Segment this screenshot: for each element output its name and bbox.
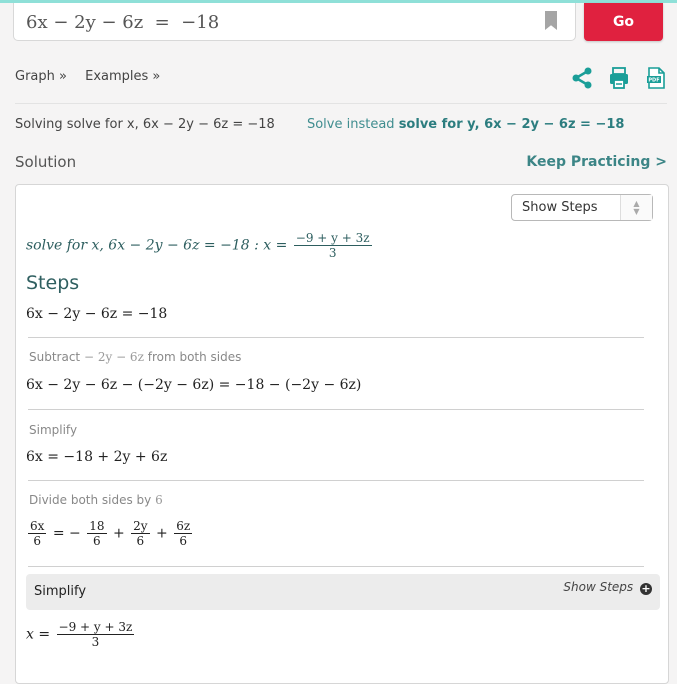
show-steps-label: Show Steps: [563, 580, 634, 594]
final-lhs: x =: [26, 626, 51, 643]
divider: [15, 103, 667, 104]
svg-text:PDF: PDF: [648, 78, 659, 84]
solving-text: Solving solve for x, 6x − 2y − 6z = −18: [15, 117, 275, 132]
fraction: 6z 6: [174, 519, 193, 548]
final-numerator: −9 + y + 3z: [56, 620, 135, 635]
solve-instead-target[interactable]: solve for y, 6x − 2y − 6z = −18: [399, 117, 625, 132]
denominator: 6: [93, 534, 101, 548]
plus-sign: +: [156, 525, 168, 542]
step-1-desc-math: − 2y − 6z: [83, 350, 144, 364]
keep-practicing-link[interactable]: Keep Practicing >: [526, 154, 667, 170]
denominator: 6: [33, 534, 42, 548]
simplify-label: Simplify: [34, 584, 87, 599]
simplify-step-bar: Simplify Show Steps +: [26, 574, 660, 610]
toolbar-icons: PDF: [570, 66, 668, 90]
denominator: 6: [136, 534, 145, 548]
show-steps-toggle[interactable]: Show Steps +: [563, 580, 652, 595]
solving-row: Solving solve for x, 6x − 2y − 6z = −18 …: [15, 117, 624, 132]
fraction: 2y 6: [131, 519, 150, 548]
result-fraction: −9 + y + 3z 3: [293, 231, 372, 260]
step-divider: [28, 566, 644, 567]
step-3-desc-prefix: Divide both sides by: [29, 493, 152, 507]
fraction: 18 6: [87, 519, 107, 548]
step-3-desc-math: 6: [155, 493, 163, 507]
step-2-description: Simplify: [29, 423, 78, 437]
final-fraction: −9 + y + 3z 3: [56, 620, 135, 649]
solution-title: Solution: [15, 153, 77, 171]
result-numerator: −9 + y + 3z: [293, 231, 372, 246]
step-3-description: Divide both sides by 6: [29, 493, 163, 507]
denominator: 6: [179, 534, 188, 548]
examples-link[interactable]: Examples »: [85, 69, 160, 84]
numerator: 2y: [131, 519, 150, 534]
step-divider: [28, 409, 644, 410]
final-denominator: 3: [91, 635, 100, 649]
numerator: 6x: [28, 519, 47, 534]
initial-equation: 6x − 2y − 6z = −18: [26, 306, 168, 322]
select-arrows-icon: ▲ ▼: [620, 195, 652, 220]
numerator: 18: [87, 519, 107, 534]
solve-instead-link[interactable]: Solve instead solve for y, 6x − 2y − 6z …: [307, 117, 625, 132]
step-1-description: Subtract − 2y − 6z from both sides: [29, 350, 241, 364]
step-3-equation: 6x 6 = − 18 6 + 2y 6 + 6z 6: [26, 519, 194, 548]
bookmark-icon[interactable]: [545, 11, 557, 30]
step-divider: [28, 480, 644, 481]
search-row: Go: [13, 3, 663, 41]
result-line: solve for x, 6x − 2y − 6z = −18 : x = −9…: [26, 231, 374, 260]
share-icon[interactable]: [570, 66, 594, 90]
step-1-desc-suffix: from both sides: [147, 350, 242, 364]
result-denominator: 3: [328, 246, 337, 260]
steps-select-label: Show Steps: [522, 200, 598, 215]
step-2-equation: 6x = −18 + 2y + 6z: [26, 449, 168, 465]
step-divider: [28, 337, 644, 338]
search-box[interactable]: [13, 3, 576, 41]
graph-link[interactable]: Graph »: [15, 69, 67, 84]
numerator: 6z: [174, 519, 193, 534]
search-input[interactable]: [26, 9, 526, 35]
solve-instead-prefix: Solve instead: [306, 117, 395, 132]
steps-select[interactable]: Show Steps ▲ ▼: [511, 194, 653, 221]
equals-minus: = −: [52, 525, 81, 542]
steps-heading: Steps: [26, 272, 80, 294]
nav-links: Graph » Examples »: [15, 69, 174, 84]
pdf-icon[interactable]: PDF: [644, 66, 668, 90]
result-lhs: x =: [263, 237, 288, 254]
step-1-equation: 6x − 2y − 6z − (−2y − 6z) = −18 − (−2y −…: [26, 377, 362, 393]
result-prefix: solve for x, 6x − 2y − 6z = −18 :: [26, 237, 264, 254]
plus-sign: +: [112, 525, 125, 542]
plus-circle-icon[interactable]: +: [640, 583, 652, 595]
solution-card: Show Steps ▲ ▼ solve for x, 6x − 2y − 6z …: [15, 184, 669, 684]
go-button[interactable]: Go: [584, 3, 663, 41]
step-1-desc-prefix: Subtract: [29, 350, 81, 364]
fraction: 6x 6: [28, 519, 47, 548]
final-equation: x = −9 + y + 3z 3: [26, 620, 136, 649]
print-icon[interactable]: [607, 66, 631, 90]
